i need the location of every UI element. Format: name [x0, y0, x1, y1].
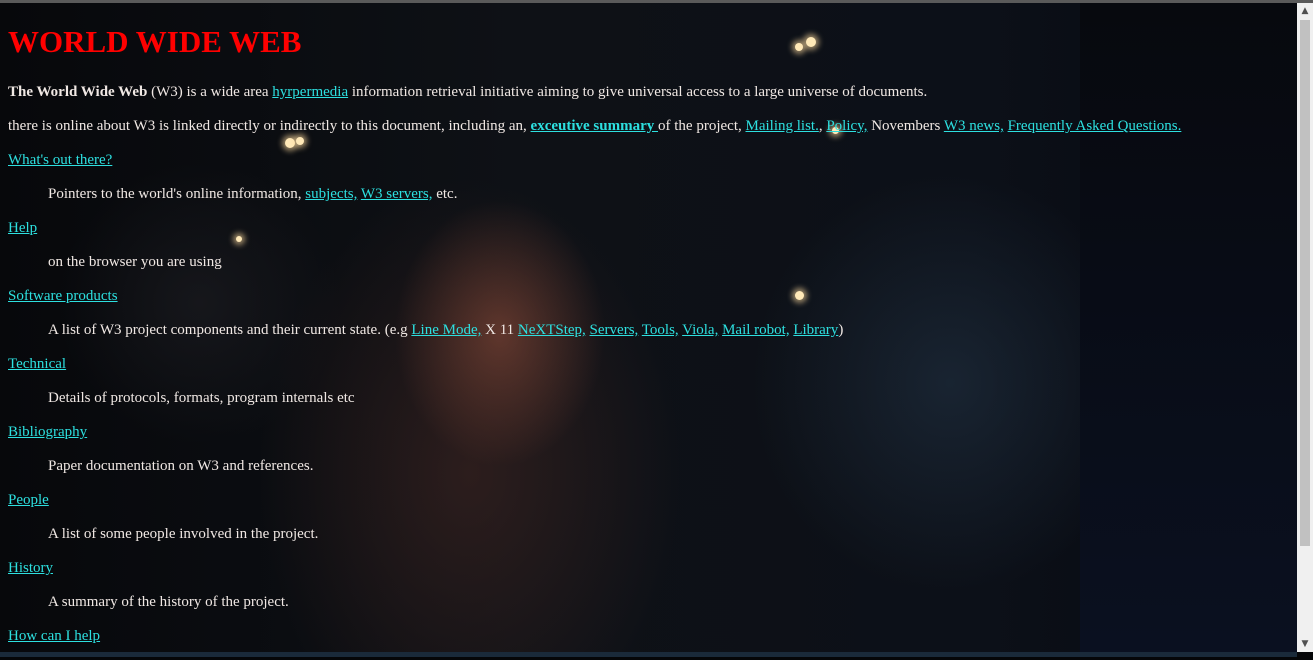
intro-paragraph: The World Wide Web (W3) is a wide area h…	[8, 82, 1293, 102]
how-can-i-help-link[interactable]: How can I help	[8, 628, 100, 644]
section-title: Bibliography	[8, 422, 1293, 442]
software-products-link[interactable]: Software products	[8, 288, 118, 304]
nextstep-link[interactable]: NeXTStep,	[518, 322, 586, 338]
subjects-link[interactable]: subjects,	[305, 186, 357, 202]
chevron-down-icon[interactable]: ▼	[1297, 636, 1313, 652]
bibliography-link[interactable]: Bibliography	[8, 424, 87, 440]
vertical-scrollbar[interactable]: ▲ ▼	[1297, 3, 1313, 652]
faq-link[interactable]: Frequently Asked Questions.	[1008, 118, 1182, 134]
library-link[interactable]: Library	[793, 322, 838, 338]
scrollbar-thumb[interactable]	[1300, 20, 1310, 546]
chevron-up-icon[interactable]: ▲	[1297, 3, 1313, 19]
intro-bold: The World Wide Web	[8, 84, 148, 100]
w3-servers-link[interactable]: W3 servers,	[361, 186, 433, 202]
summary-text: of the project,	[658, 118, 746, 134]
description-text: etc.	[432, 186, 458, 202]
technical-link[interactable]: Technical	[8, 356, 66, 372]
section-title: How can I help	[8, 626, 1293, 646]
page-title: WORLD WIDE WEB	[8, 24, 302, 59]
summary-paragraph: there is online about W3 is linked direc…	[8, 116, 1293, 136]
history-link[interactable]: History	[8, 560, 53, 576]
policy-link[interactable]: Policy,	[826, 118, 867, 134]
section-title: Software products	[8, 286, 1293, 306]
section-description: Pointers to the world's online informati…	[48, 184, 1293, 204]
summary-text: there is online about W3 is linked direc…	[8, 118, 531, 134]
executive-summary-link[interactable]: exceutive summary	[531, 118, 658, 134]
page-content: WORLD WIDE WEB The World Wide Web (W3) i…	[8, 22, 1293, 660]
section-description: A list of W3 project components and thei…	[48, 320, 1293, 340]
window-bottom-border	[0, 652, 1297, 657]
summary-text: Novembers	[867, 118, 944, 134]
tools-link[interactable]: Tools,	[642, 322, 679, 338]
section-description: on the browser you are using	[48, 254, 222, 270]
hypermedia-link[interactable]: hyrpermedia	[272, 84, 348, 100]
section-title: Help	[8, 218, 1293, 238]
whats-out-there-link[interactable]: What's out there?	[8, 152, 112, 168]
section-title: People	[8, 490, 1293, 510]
w3-news-link[interactable]: W3 news,	[944, 118, 1004, 134]
people-link[interactable]: People	[8, 492, 49, 508]
description-text: Pointers to the world's online informati…	[48, 186, 306, 202]
section-title: History	[8, 558, 1293, 578]
mailing-list-link[interactable]: Mailing list.	[745, 118, 818, 134]
section-list: What's out there? Pointers to the world'…	[8, 150, 1293, 646]
help-link[interactable]: Help	[8, 220, 37, 236]
viola-link[interactable]: Viola,	[682, 322, 718, 338]
line-mode-link[interactable]: Line Mode,	[411, 322, 481, 338]
section-description: A summary of the history of the project.	[48, 594, 289, 610]
intro-text: (W3) is a wide area	[147, 84, 273, 100]
section-description: A list of some people involved in the pr…	[48, 526, 319, 542]
section-description: Details of protocols, formats, program i…	[48, 390, 355, 406]
description-text: )	[838, 322, 844, 338]
section-title: What's out there?	[8, 150, 1293, 170]
description-text: A list of W3 project components and thei…	[48, 322, 412, 338]
servers-link[interactable]: Servers,	[590, 322, 639, 338]
section-title: Technical	[8, 354, 1293, 374]
section-description: Paper documentation on W3 and references…	[48, 458, 314, 474]
mail-robot-link[interactable]: Mail robot,	[722, 322, 790, 338]
description-text: X 11	[481, 322, 518, 338]
intro-text: information retrieval initiative aiming …	[348, 84, 928, 100]
